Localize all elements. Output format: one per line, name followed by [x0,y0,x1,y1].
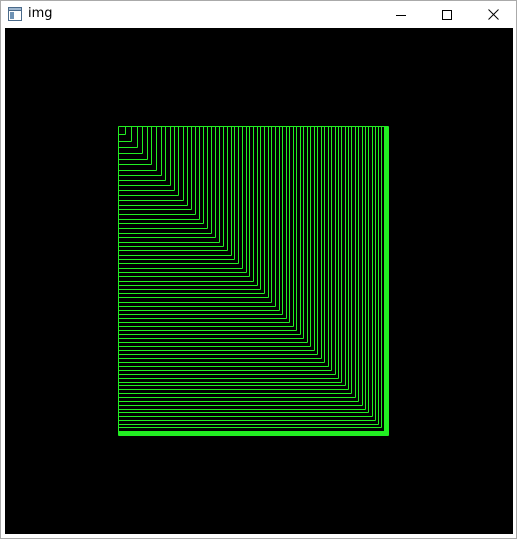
window-app-icon[interactable] [8,7,22,21]
title-bar[interactable]: img [1,1,516,28]
window-bottom-border [1,534,516,538]
maximize-icon [442,9,452,20]
window-title: img [28,6,53,21]
close-icon [487,9,499,20]
image-window: img [0,0,517,539]
window-right-border [513,28,516,534]
minimize-icon [396,14,406,16]
image-canvas[interactable] [5,28,513,534]
maximize-button[interactable] [424,1,470,28]
minimize-button[interactable] [378,1,424,28]
nested-squares-pattern [118,126,389,436]
close-button[interactable] [470,1,516,28]
